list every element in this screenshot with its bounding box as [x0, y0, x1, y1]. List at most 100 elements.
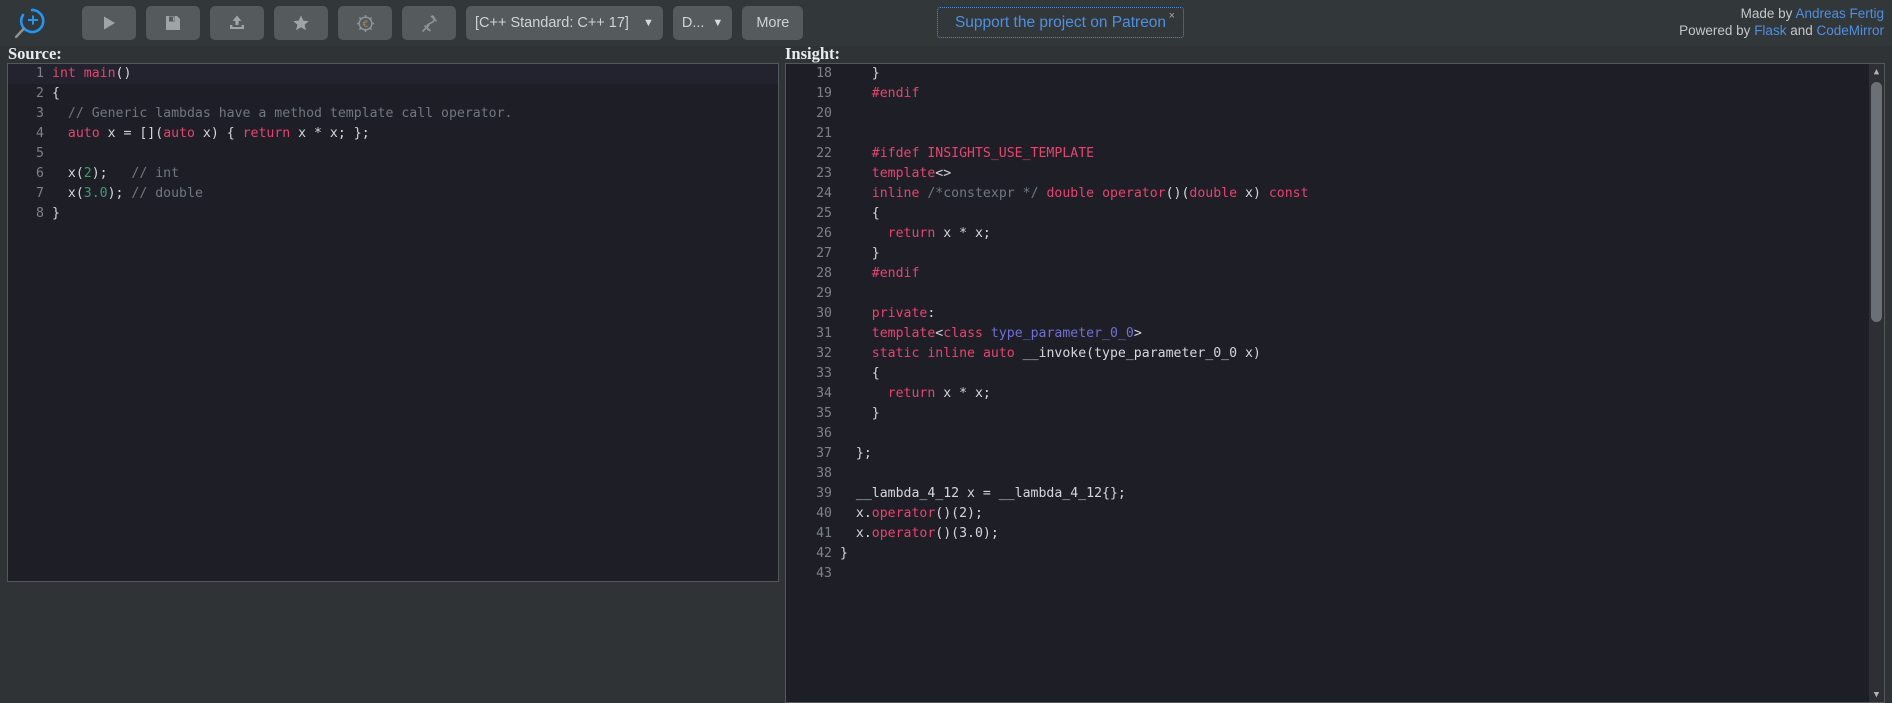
powered-by-mid: and	[1786, 23, 1817, 38]
favorite-button[interactable]	[274, 6, 328, 40]
upload-button[interactable]	[210, 6, 264, 40]
code-token: auto	[163, 126, 195, 141]
line-number: 4	[36, 126, 44, 141]
line-number: 41	[816, 526, 832, 541]
code-token: #endif	[871, 266, 920, 281]
line-number: 23	[816, 166, 832, 181]
author-link[interactable]: Andreas Fertig	[1795, 6, 1884, 21]
code-text: }	[840, 246, 880, 261]
code-text: auto x = [](auto x) { return x * x; };	[52, 126, 370, 141]
scroll-down-icon[interactable]: ▼	[1869, 687, 1884, 702]
code-text: // Generic lambdas have a method templat…	[52, 106, 513, 121]
play-icon	[104, 16, 115, 30]
line-number: 40	[816, 506, 832, 521]
code-token: #ifdef INSIGHTS_USE_TEMPLATE	[871, 146, 1095, 161]
code-token: {	[840, 366, 880, 381]
code-line: 36	[786, 424, 1884, 444]
close-icon[interactable]: ×	[1169, 11, 1175, 22]
code-text: private:	[840, 306, 936, 321]
code-text: #endif	[840, 266, 920, 281]
code-token: x.	[840, 526, 872, 541]
insight-scrollbar[interactable]: ▲ ▼	[1869, 64, 1884, 702]
more-button[interactable]: More	[742, 6, 804, 40]
code-line: 4 auto x = [](auto x) { return x * x; };	[8, 124, 778, 144]
gear-euro-icon: €	[356, 14, 374, 32]
code-text: {	[52, 86, 60, 101]
code-line: 40 x.operator()(2);	[786, 504, 1884, 524]
code-text: #ifdef INSIGHTS_USE_TEMPLATE	[840, 146, 1094, 161]
code-line: 25 {	[786, 204, 1884, 224]
code-token: template	[871, 166, 936, 181]
line-number: 26	[816, 226, 832, 241]
scroll-up-icon[interactable]: ▲	[1869, 64, 1884, 79]
code-line: 8}	[8, 204, 778, 224]
code-token: :	[927, 306, 936, 321]
source-panel-title: Source:	[8, 44, 62, 63]
line-number: 34	[816, 386, 832, 401]
insight-code-lines: 18 } 19 #endif 20 21 22 #ifdef INSIGHTS_USE_…	[786, 64, 1884, 584]
save-button[interactable]	[146, 6, 200, 40]
code-line: 39 __lambda_4_12 x = __lambda_4_12{};	[786, 484, 1884, 504]
code-token: x)	[1237, 186, 1269, 201]
code-token: x * x; };	[290, 126, 370, 141]
codemirror-link[interactable]: CodeMirror	[1816, 23, 1884, 38]
code-token: x) {	[194, 126, 243, 141]
insight-code-editor[interactable]: 18 } 19 #endif 20 21 22 #ifdef INSIGHTS_USE_…	[785, 63, 1885, 703]
patreon-link[interactable]: Support the project on Patreon	[955, 14, 1166, 32]
made-by-line: Made by Andreas Fertig	[1679, 5, 1884, 22]
line-number: 27	[816, 246, 832, 261]
settings-button[interactable]: €	[338, 6, 392, 40]
source-code-lines: 1 int main() 2{3 // Generic lambdas have a…	[8, 64, 778, 224]
scrollbar-thumb[interactable]	[1871, 82, 1882, 322]
patreon-banner[interactable]: Support the project on Patreon ×	[937, 7, 1184, 38]
line-number: 5	[36, 146, 44, 161]
code-line: 35 }	[786, 404, 1884, 424]
line-number: 8	[36, 206, 44, 221]
flask-link[interactable]: Flask	[1754, 23, 1786, 38]
cppinsights-logo[interactable]	[4, 0, 60, 46]
code-token: }	[840, 546, 848, 561]
code-line: 6 x(2); // int	[8, 164, 778, 184]
cpp-standard-select[interactable]: [C++ Standard: C++ 17] ▼	[466, 6, 663, 40]
code-line: 19 #endif	[786, 84, 1884, 104]
pin-icon	[421, 14, 437, 32]
code-token: {	[840, 206, 880, 221]
line-number: 22	[816, 146, 832, 161]
code-line: 43	[786, 564, 1884, 584]
code-line: 34 return x * x;	[786, 384, 1884, 404]
code-line: 33 {	[786, 364, 1884, 384]
code-line: 2{	[8, 84, 778, 104]
code-text: __lambda_4_12 x = __lambda_4_12{};	[840, 486, 1126, 501]
line-number: 39	[816, 486, 832, 501]
code-line: 32 static inline auto __invoke(type_para…	[786, 344, 1884, 364]
secondary-select[interactable]: D... ▼	[672, 6, 733, 40]
code-token: {	[52, 86, 60, 101]
share-button[interactable]	[402, 6, 456, 40]
bottom-filler	[0, 583, 784, 703]
code-line: 30 private:	[786, 304, 1884, 324]
code-line: 28 #endif	[786, 264, 1884, 284]
code-text: return x * x;	[840, 386, 991, 401]
code-token: /*constexpr */	[927, 186, 1039, 201]
code-text: }	[840, 66, 880, 81]
code-line: 20	[786, 104, 1884, 124]
run-button[interactable]	[82, 6, 136, 40]
code-token: class	[943, 326, 983, 341]
line-number: 29	[816, 286, 832, 301]
code-line: 22 #ifdef INSIGHTS_USE_TEMPLATE	[786, 144, 1884, 164]
line-number: 3	[36, 106, 44, 121]
source-code-editor[interactable]: 1 int main() 2{3 // Generic lambdas have a…	[7, 63, 779, 582]
code-text: }	[840, 546, 848, 561]
code-text: x(2); // int	[52, 166, 179, 181]
code-token: auto	[67, 126, 100, 141]
line-number: 28	[816, 266, 832, 281]
code-token: operator	[871, 506, 936, 521]
svg-text:€: €	[362, 20, 368, 30]
code-token: inline	[871, 186, 920, 201]
code-token: x(	[52, 186, 84, 201]
code-token: <>	[935, 166, 952, 181]
